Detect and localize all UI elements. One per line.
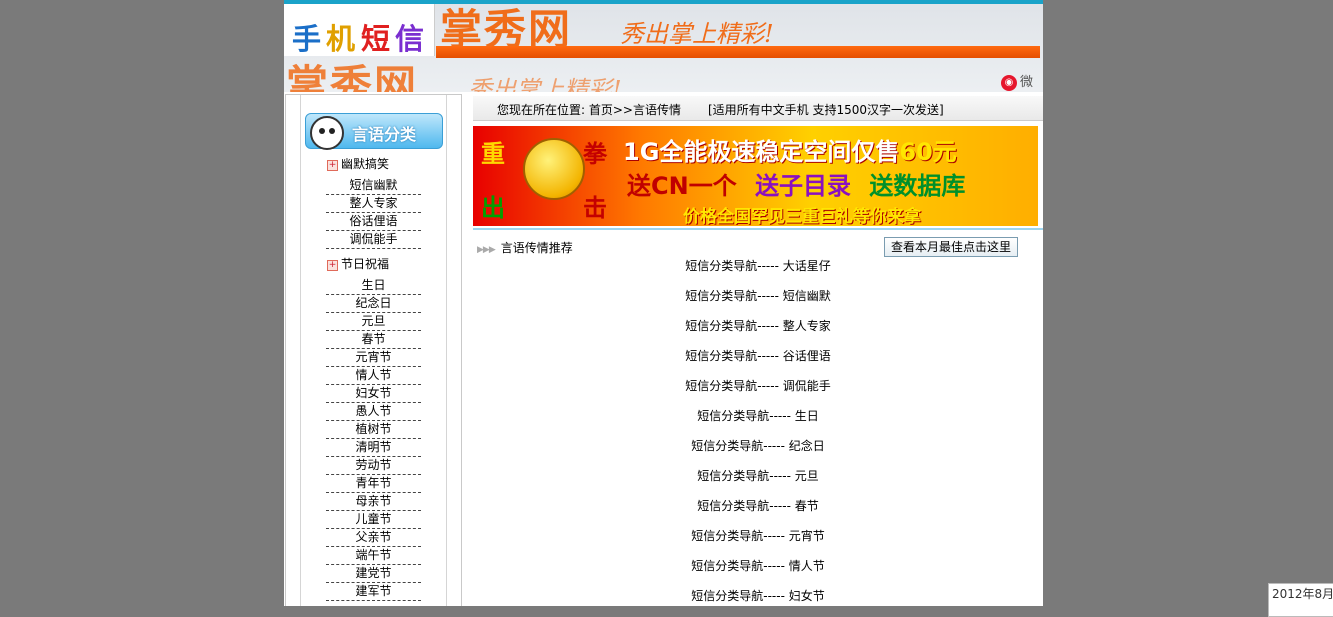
banner-char-3: 出	[481, 194, 505, 222]
sidebar-item[interactable]: 植树节	[326, 421, 421, 439]
category-title: 言语分类	[352, 125, 417, 144]
sidebar-item[interactable]: 愚人节	[326, 403, 421, 421]
sidebar-item[interactable]: 元宵节	[326, 349, 421, 367]
recommend-item[interactable]: 短信分类导航----- 春节	[473, 498, 1043, 514]
sidebar-item[interactable]: 情人节	[326, 367, 421, 385]
site-header: 手 机 短 信 掌秀网 秀出掌上精彩! 掌秀网 秀出掌上精彩! ◉微博	[284, 0, 1043, 92]
sidebar-group-label: 节日祝福	[341, 257, 390, 271]
recommend-item[interactable]: 短信分类导航----- 谷话俚语	[473, 348, 1043, 364]
sidebar-item[interactable]: 纪念日	[326, 295, 421, 313]
banner-offer-1: 送CN一个	[627, 172, 737, 200]
sidebar-item[interactable]: 建军节	[326, 583, 421, 601]
recommend-item[interactable]: 短信分类导航----- 情人节	[473, 558, 1043, 574]
recommend-title-text: 言语传情推荐	[500, 241, 573, 255]
banner-offer-3: 送数据库	[869, 172, 966, 200]
section-divider	[473, 228, 1043, 230]
sidebar-group-title[interactable]: + 幽默搞笑	[327, 155, 389, 172]
banner-char-4: 击	[583, 194, 607, 222]
recommend-item[interactable]: 短信分类导航----- 纪念日	[473, 438, 1043, 454]
weibo-icon: ◉	[1001, 74, 1017, 91]
sidebar-item[interactable]: 建党节	[326, 565, 421, 583]
sidebar-item[interactable]: 劳动节	[326, 457, 421, 475]
sidebar-item[interactable]: 父亲节	[326, 529, 421, 547]
expand-plus-icon: +	[327, 160, 338, 171]
recommend-item[interactable]: 短信分类导航----- 大话星仔	[473, 258, 1043, 274]
banner-headline-text: 1G全能极速稳定空间仅售	[623, 138, 900, 166]
banner-price: 60元	[899, 138, 957, 166]
logo[interactable]: 手 机 短 信	[284, 4, 435, 56]
category-sidebar: 言语分类 + 幽默搞笑 短信幽默 整人专家 俗话俚语 调侃能手 + 节日祝福 生日 纪念日 元旦 春节…	[285, 94, 462, 606]
site-name-echo: 掌秀网	[286, 61, 419, 92]
category-header: 言语分类	[305, 113, 443, 150]
expand-plus-icon: +	[327, 260, 338, 271]
best-of-month-button[interactable]: 查看本月最佳点击这里	[884, 237, 1018, 257]
recommend-item[interactable]: 短信分类导航----- 元宵节	[473, 528, 1043, 544]
recommend-item[interactable]: 短信分类导航----- 元旦	[473, 468, 1043, 484]
sidebar-item[interactable]: 生日	[326, 277, 421, 295]
banner-headline: 1G全能极速稳定空间仅售60元	[623, 132, 957, 167]
breadcrumb[interactable]: 您现在所在位置: 首页>>言语传情	[497, 101, 681, 118]
sidebar-item[interactable]: 端午节	[326, 547, 421, 565]
sidebar-item[interactable]: 俗话俚语	[326, 213, 421, 231]
triple-arrow-icon: ▶▶▶	[477, 245, 496, 255]
header-orange-bar	[436, 46, 1040, 58]
banner-mascot-icon	[523, 138, 585, 200]
weibo-link[interactable]: ◉微博	[1001, 71, 1043, 92]
recommend-title: ▶▶▶ 言语传情推荐	[477, 239, 573, 256]
sidebar-item[interactable]: 调侃能手	[326, 231, 421, 249]
ad-banner[interactable]: 重 拳 出 击 1G全能极速稳定空间仅售60元 送CN一个 送子目录 送数据库 …	[473, 126, 1038, 226]
date-widget: 2012年8月	[1268, 583, 1333, 617]
site-slogan-echo: 秀出掌上精彩!	[468, 76, 622, 92]
sidebar-item[interactable]: 整人专家	[326, 195, 421, 213]
banner-char-1: 重	[481, 140, 505, 168]
page: 手 机 短 信 掌秀网 秀出掌上精彩! 掌秀网 秀出掌上精彩! ◉微博 言语分类…	[284, 0, 1043, 606]
sidebar-item[interactable]: 青年节	[326, 475, 421, 493]
banner-offers: 送CN一个 送子目录 送数据库	[627, 166, 965, 201]
banner-tagline: 价格全国罕见三重巨礼等你来拿	[683, 207, 921, 226]
sidebar-item[interactable]: 清明节	[326, 439, 421, 457]
sidebar-item[interactable]: 短信幽默	[326, 177, 421, 195]
sidebar-item[interactable]: 儿童节	[326, 511, 421, 529]
recommend-item[interactable]: 短信分类导航----- 整人专家	[473, 318, 1043, 334]
sidebar-item[interactable]: 母亲节	[326, 493, 421, 511]
recommend-item[interactable]: 短信分类导航----- 短信幽默	[473, 288, 1043, 304]
sidebar-item[interactable]: 妇女节	[326, 385, 421, 403]
recommend-item[interactable]: 短信分类导航----- 调侃能手	[473, 378, 1043, 394]
recommend-item[interactable]: 短信分类导航----- 生日	[473, 408, 1043, 424]
site-slogan: 秀出掌上精彩!	[620, 20, 774, 48]
sidebar-group-label: 幽默搞笑	[341, 157, 390, 171]
banner-offer-2: 送子目录	[755, 172, 852, 200]
sidebar-item[interactable]: 元旦	[326, 313, 421, 331]
banner-char-2: 拳	[583, 140, 607, 168]
breadcrumb-bar: 您现在所在位置: 首页>>言语传情 [适用所有中文手机 支持1500汉字一次发送…	[473, 96, 1043, 121]
recommend-item[interactable]: 短信分类导航----- 妇女节	[473, 588, 1043, 604]
sidebar-item[interactable]: 春节	[326, 331, 421, 349]
mascot-icon	[310, 116, 344, 150]
support-note: [适用所有中文手机 支持1500汉字一次发送]	[708, 103, 944, 117]
sidebar-group-title[interactable]: + 节日祝福	[327, 255, 389, 272]
